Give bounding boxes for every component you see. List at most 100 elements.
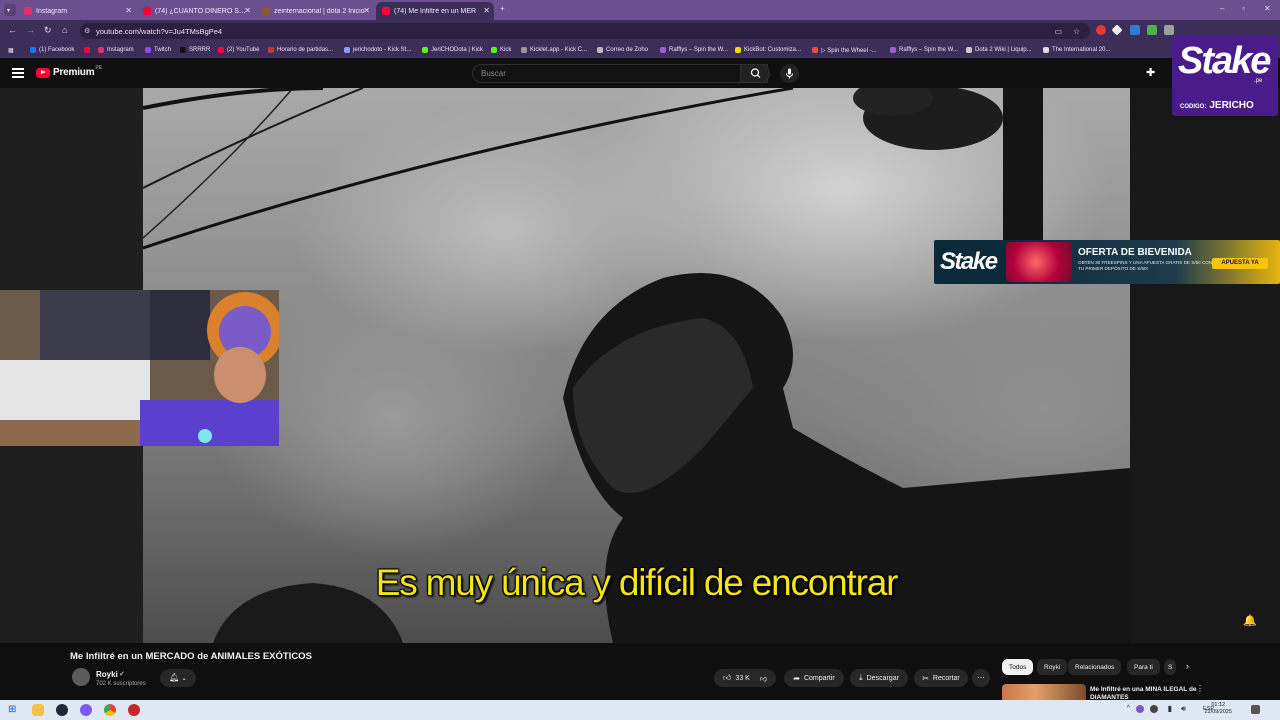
volume-icon[interactable]: 🔊︎ [1181, 704, 1186, 714]
casino-chip-icon [1006, 242, 1072, 282]
share-button[interactable]: ➦ Compartir [784, 669, 844, 687]
bookmark-rafflys-2[interactable]: Rafflys – Spin the W... [890, 45, 958, 55]
bookmark-kick-studio[interactable]: jerichodoto - Kick St... [344, 45, 411, 55]
notifications-icon[interactable] [1251, 705, 1260, 714]
channel-name[interactable]: Royki [96, 670, 118, 679]
chip-channel[interactable]: Royki [1037, 659, 1068, 675]
network-icon[interactable]: ▮ [1168, 704, 1172, 713]
stake-logo: Stake .pe CODIGO: JERICHO [1172, 36, 1278, 116]
thumbs-down-icon: 👎︎ [759, 675, 767, 683]
bookmark-icon [344, 47, 350, 53]
tab-youtube-1[interactable]: (74) ¿CUÁNTO DINERO SE GAN ✕ [137, 2, 255, 20]
bookmark-red[interactable] [84, 45, 93, 55]
tray-app-icon[interactable] [1136, 705, 1144, 713]
extension-icon[interactable] [1111, 24, 1123, 36]
bookmark-kick-channel[interactable]: JeriCHODota | Kick [422, 45, 483, 55]
more-vertical-icon[interactable]: ⋮ [1196, 684, 1204, 693]
show-hidden-icons[interactable]: ^ [1127, 705, 1130, 712]
close-tab-icon[interactable]: ✕ [125, 6, 132, 15]
back-icon[interactable]: ← [8, 25, 17, 35]
tab-instagram[interactable]: Instagram ✕ [18, 2, 136, 20]
bookmark-star-icon[interactable]: ☆ [1073, 27, 1080, 36]
reload-icon[interactable]: ↻ [44, 25, 52, 36]
forward-icon[interactable]: → [26, 25, 35, 35]
menu-icon[interactable] [12, 68, 24, 78]
twitch-icon [145, 47, 151, 53]
bell-icon: 🔔︎ [169, 673, 180, 682]
maximize-button[interactable]: ▫ [1242, 4, 1245, 13]
bookmark-ti[interactable]: The International 20... [1043, 45, 1110, 55]
subscriber-count: 702 K suscriptores [96, 681, 146, 687]
close-tab-icon[interactable]: ✕ [244, 6, 251, 15]
bookmark-icon [660, 47, 666, 53]
bookmark-rafflys[interactable]: Rafflys – Spin the W... [660, 45, 728, 55]
bookmark-dota-wiki[interactable]: Dota 2 Wiki | Liquip... [966, 45, 1032, 55]
chip-all[interactable]: Todos [1002, 659, 1034, 675]
close-window-button[interactable]: ✕ [1264, 4, 1271, 13]
bookmark-horario[interactable]: Horario de partidas... [268, 45, 333, 55]
close-tab-icon[interactable]: ✕ [483, 6, 490, 15]
chrome-icon[interactable] [104, 704, 116, 716]
download-button[interactable]: ⤓ Descargar [850, 669, 908, 687]
tab-youtube-active[interactable]: (74) Me Infiltré en un MER ✕ [376, 2, 494, 20]
bookmark-srrrr[interactable]: SRRRR [180, 45, 210, 55]
address-bar[interactable]: ⚙ youtube.com/watch?v=Ju4TMsBgPe4 ▭ ☆ [80, 23, 1090, 39]
more-actions-button[interactable]: ⋯ [972, 669, 990, 687]
chevron-right-icon[interactable]: › [1186, 661, 1189, 671]
dislike-button[interactable]: 👎︎ [760, 674, 767, 683]
chip-related[interactable]: Relacionados [1068, 659, 1122, 675]
notification-bell-icon: 🔔 [1243, 615, 1257, 627]
app-icon[interactable] [80, 704, 92, 716]
tab-search-button[interactable]: ▾ [4, 4, 16, 16]
windows-taskbar: ⊞ ^ ▮ 🔊︎ ESP 01:12 22/09/2025 [0, 700, 1280, 720]
instagram-icon [24, 7, 32, 15]
bookmark-twitch[interactable]: Twitch [145, 45, 171, 55]
chip-more[interactable]: S [1164, 659, 1177, 675]
create-icon[interactable]: ✚ [1146, 66, 1155, 79]
voice-search-button[interactable] [780, 64, 799, 83]
youtube-logo[interactable]: Premium PE [36, 65, 102, 78]
video-player[interactable]: Es muy única y difícil de encontrar [143, 88, 1130, 643]
bookmark-facebook[interactable]: (1) Facebook [30, 45, 74, 55]
tab-zeinternacional[interactable]: zeinternacional | dota 2 Inicio ✕ [256, 2, 374, 20]
chip-for-you[interactable]: Para ti [1127, 659, 1160, 675]
clip-button[interactable]: ✂ Recortar [914, 669, 968, 687]
file-explorer-icon[interactable] [32, 704, 44, 716]
extension-icon[interactable] [1164, 25, 1174, 35]
video-scene [143, 88, 1130, 643]
bookmark-kick[interactable]: Kick [491, 45, 511, 55]
webcam-overlay [0, 290, 279, 446]
minimize-button[interactable]: – [1220, 4, 1224, 13]
bookmark-icon [890, 47, 896, 53]
steam-icon[interactable] [56, 704, 68, 716]
bookmark-spin-wheel[interactable]: ▷ Spin the Wheel -... [812, 45, 877, 55]
bookmark-kicklet[interactable]: Kicklet.app - Kick C... [521, 45, 587, 55]
extension-icon[interactable] [1096, 25, 1106, 35]
site-info-icon[interactable]: ⚙ [84, 27, 90, 35]
search-input[interactable]: Buscar [472, 64, 768, 83]
download-icon: ⤓ [859, 673, 863, 682]
subscription-bell-button[interactable]: 🔔︎ ⌄ [160, 669, 196, 687]
close-tab-icon[interactable]: ✕ [363, 6, 370, 15]
windows-start-icon[interactable]: ⊞ [8, 704, 16, 715]
bookmark-instagram[interactable]: Instagram [98, 45, 134, 55]
extension-icon[interactable] [1147, 25, 1157, 35]
like-button[interactable]: 👍︎ 33 K [723, 673, 750, 683]
mail-icon [597, 47, 603, 53]
bookmark-youtube[interactable]: (2) YouTube [218, 45, 259, 55]
bookmark-icon [521, 47, 527, 53]
tray-app-icon[interactable] [1150, 705, 1158, 713]
new-tab-button[interactable]: + [500, 4, 505, 13]
app-icon[interactable] [128, 704, 140, 716]
home-icon[interactable]: ⌂ [62, 25, 67, 35]
apps-icon[interactable]: ▦ [8, 45, 14, 55]
bookmark-kickbot[interactable]: KickBot: Customiza... [735, 45, 801, 55]
promo-code: CODIGO: JERICHO [1180, 100, 1254, 111]
verified-icon: ✔ [119, 671, 125, 678]
clock[interactable]: 01:12 22/09/2025 [1204, 702, 1232, 716]
channel-avatar[interactable] [72, 668, 90, 686]
bookmark-zoho[interactable]: Correo de Zoho [597, 45, 648, 55]
extension-icon[interactable] [1130, 25, 1140, 35]
install-icon[interactable]: ▭ [1054, 27, 1062, 36]
search-button[interactable] [740, 64, 770, 83]
